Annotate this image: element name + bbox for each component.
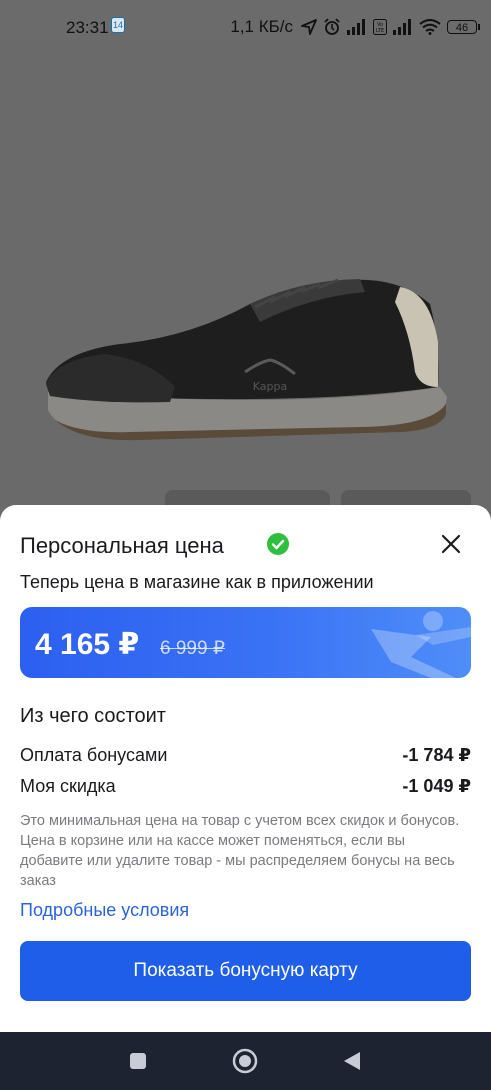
verified-check-icon [267, 533, 289, 555]
price-card: 4 165 ₽ 6 999 ₽ [20, 607, 471, 678]
price-note: Это минимальная цена на товар с учетом в… [20, 813, 460, 889]
calendar-icon: 14 [111, 17, 125, 33]
sheet-title: Персональная цена [20, 533, 224, 558]
row-value: -1 049 ₽ [402, 776, 471, 796]
back-icon[interactable] [343, 1051, 361, 1076]
terms-link[interactable]: Подробные условия [20, 900, 189, 921]
product-image: Kappa [0, 42, 491, 512]
personal-price-sheet: Персональная цена Теперь цена в магазине… [0, 505, 491, 1032]
svg-text:LTE: LTE [376, 28, 384, 34]
brand-runner-icon [371, 611, 471, 678]
current-price: 4 165 ₽ [35, 628, 140, 661]
signal-icon-2 [393, 19, 413, 35]
old-price: 6 999 ₽ [160, 638, 225, 659]
net-speed: 1,1 КБ/с [230, 17, 293, 36]
signal-icon [347, 19, 367, 35]
home-icon[interactable] [232, 1048, 258, 1079]
show-bonus-card-button[interactable]: Показать бонусную карту [20, 941, 471, 1001]
recents-icon[interactable] [129, 1052, 147, 1075]
brand-logo: Kappa [253, 380, 287, 393]
sheet-subtitle: Теперь цена в магазине как в приложении [20, 572, 374, 592]
close-icon[interactable] [438, 531, 464, 557]
status-time: 23:31 [66, 18, 109, 37]
status-bar: 23:31 14 1,1 КБ/с Vo LTE 46 [0, 0, 491, 42]
sneaker-photo: Kappa [46, 278, 447, 441]
row-value: -1 784 ₽ [402, 745, 471, 765]
wifi-icon [419, 19, 441, 35]
system-nav-bar [0, 1032, 491, 1090]
row-label: Оплата бонусами [20, 745, 168, 765]
location-icon [301, 19, 317, 35]
composition-title: Из чего состоит [20, 705, 166, 727]
row-label: Моя скидка [20, 776, 116, 796]
alarm-icon [323, 18, 341, 36]
volte-icon: Vo LTE [373, 19, 387, 35]
battery-icon: 46 [447, 20, 480, 34]
